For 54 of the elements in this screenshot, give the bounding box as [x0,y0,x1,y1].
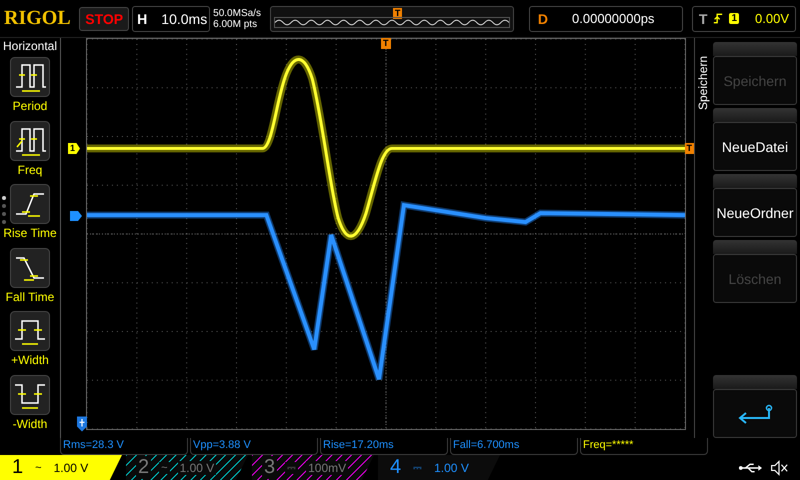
measure-button[interactable]: Period [10,57,50,116]
timebase-label: H [137,10,148,26]
trigger-level: 0.00V [755,11,789,26]
measure-button[interactable]: Freq [10,120,50,179]
brand-logo: RIGOL [4,7,72,30]
pulse-icon [10,311,50,351]
channel-scale: 100mV [306,460,348,474]
sample-rate: 50.0MSa/s [213,8,262,18]
inverted-pulse-icon [10,374,50,414]
trigger-position-marker: T [381,38,390,49]
channel-tab[interactable]: 4 ⎓ 1.00 V [378,455,500,480]
delay-value: 0.00000000ps [572,11,654,26]
timebase-value: 10.0ms [161,10,208,26]
timebase-box[interactable]: H 10.0ms [132,6,210,32]
coupling-symbol: ~ [159,462,170,474]
rising-edge-icon [10,184,50,224]
waveform-preview-icon [274,16,510,28]
coupling-symbol: ⎓ [285,462,298,474]
falling-edge-icon [10,248,50,288]
rising-edge-icon [713,12,724,25]
measure-button[interactable]: -Width [10,374,50,433]
channel-marker: 1 [68,143,80,154]
channel-scale: 1.00 V [178,460,216,474]
menu-title: Horizontal [2,39,58,53]
trigger-position-marker: T [392,8,402,18]
channel-scale: 1.00 V [52,460,90,474]
channel-marker-icon [70,211,82,221]
usb-icon [738,462,762,474]
channel-scale: 1.00 V [432,460,471,474]
offset-marker-icon [77,416,87,432]
run-stop-button[interactable]: STOP [79,6,130,30]
channel-number: 3 [262,456,278,479]
menu-button[interactable]: NeueDatei [713,122,797,171]
memory-depth: 6.00M pts [213,18,258,30]
measurement-readout: Freq=***** [580,438,708,455]
delay-box[interactable]: D 0.00000000ps [528,6,683,32]
channel-tab[interactable]: 2 ~ 1.00 V [126,455,248,480]
back-button[interactable] [713,389,797,438]
menu-button[interactable]: NeueOrdner [713,188,797,237]
measure-button[interactable]: Rise Time [3,184,57,242]
square-wave-icon [10,120,50,160]
measure-button[interactable]: Fall Time [6,248,54,306]
trigger-source: 1 [729,13,740,24]
channel-tab[interactable]: 1 ~ 1.00 V [0,455,122,480]
speaker-muted-icon [770,460,788,476]
menu-title: Speichern [695,54,711,110]
square-wave-icon [10,57,50,97]
trigger-level-marker: T [684,143,694,154]
channel-tab[interactable]: 3 ⎓ 100mV [252,455,374,480]
measure-button[interactable]: +Width [10,311,50,370]
channel-number: 2 [136,456,152,479]
delay-label: D [538,10,548,26]
trigger-box[interactable]: T 1 0.00V [692,6,796,32]
trigger-label: T [698,10,708,26]
